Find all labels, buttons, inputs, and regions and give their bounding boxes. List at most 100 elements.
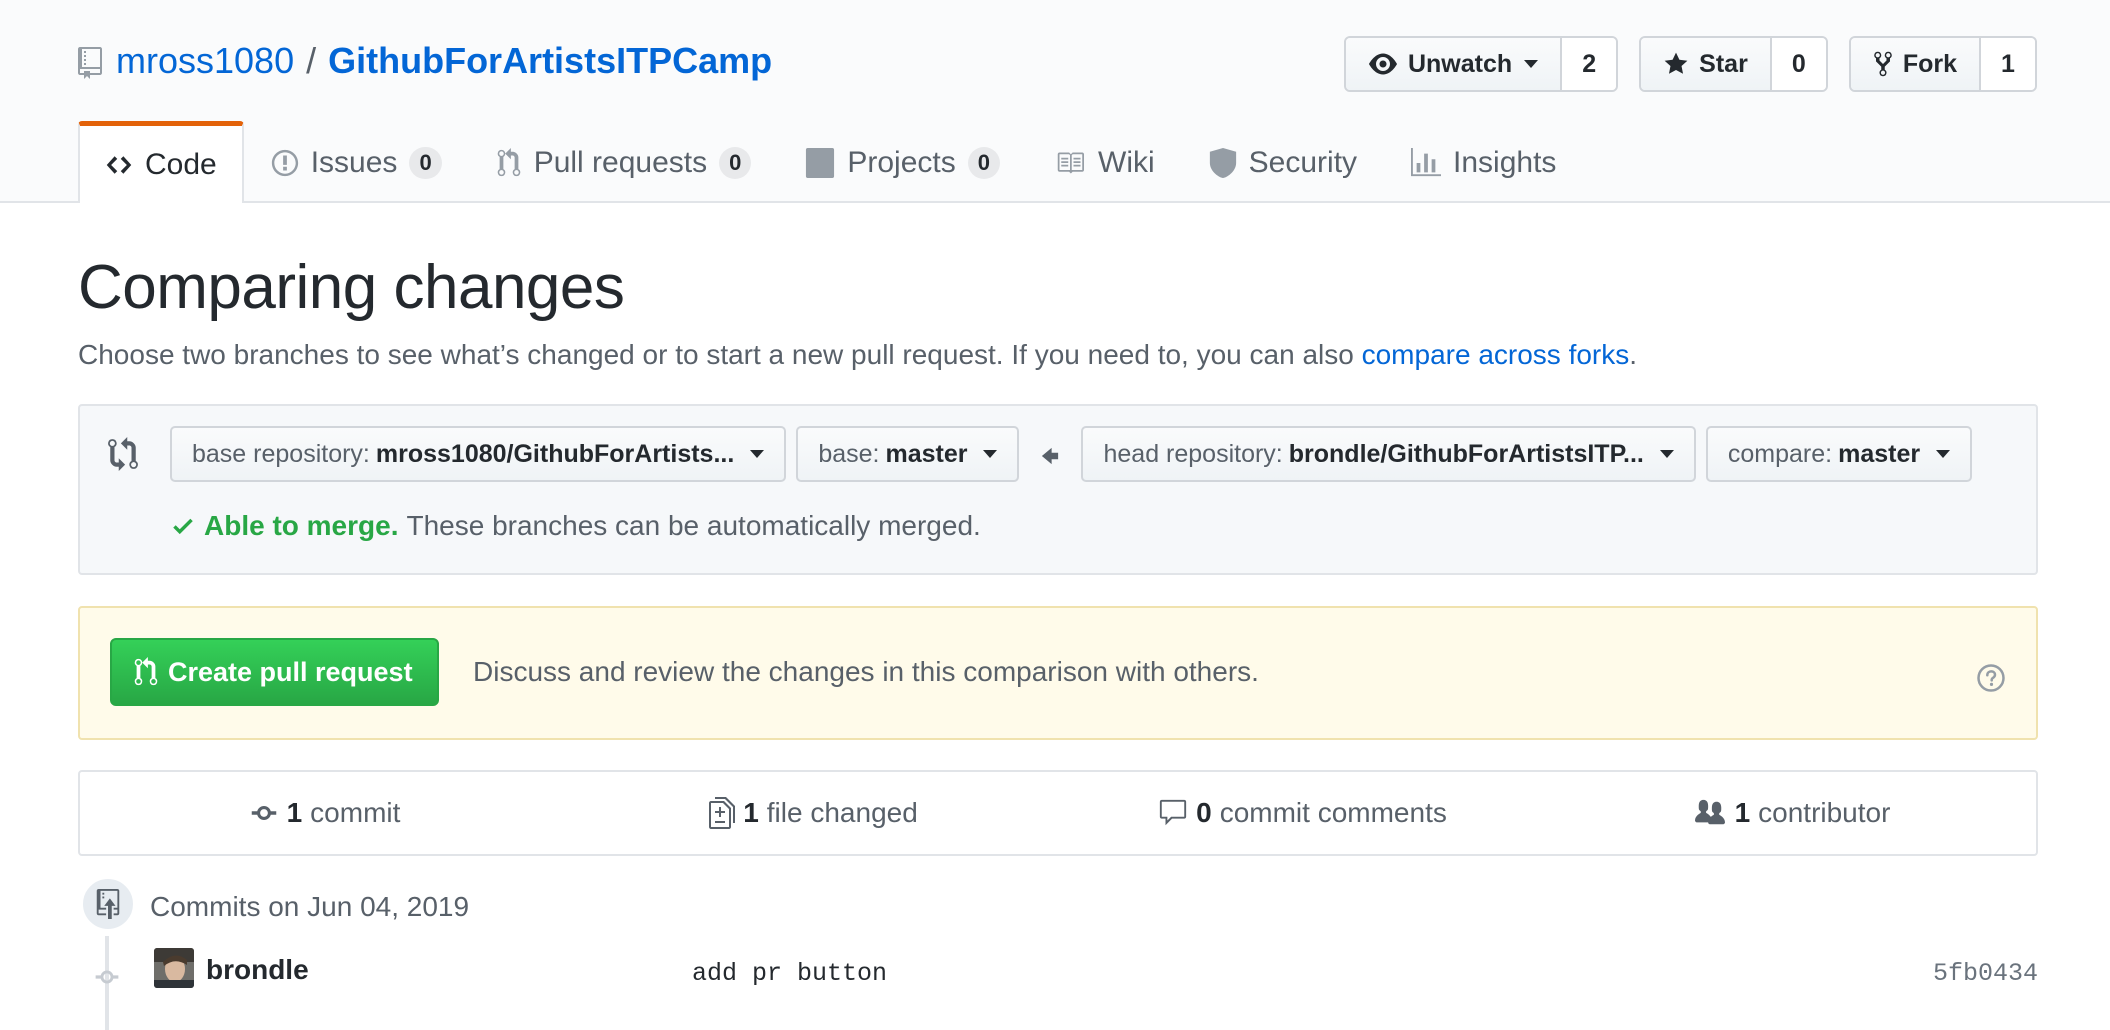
compare-branch-select[interactable]: compare: master (1705, 426, 1973, 482)
create-pull-request-label: Create pull request (168, 656, 413, 687)
tab-insights[interactable]: Insights (1384, 121, 1583, 203)
summary-commit-comments[interactable]: 0 commit comments (1058, 772, 1547, 854)
page-description-end: . (1629, 339, 1638, 370)
tab-security[interactable]: Security (1182, 121, 1384, 203)
head-repository-value: brondle/GithubForArtistsITP... (1288, 439, 1644, 468)
summary-files-changed[interactable]: 1 file changed (569, 772, 1058, 854)
compare-branch-value: master (1838, 439, 1921, 468)
base-repository-label: base repository: (192, 439, 370, 468)
chevron-down-icon (983, 450, 998, 458)
issue-opened-icon (271, 149, 298, 177)
projects-counter: 0 (967, 147, 1000, 179)
avatar[interactable] (154, 948, 194, 988)
compare-pr-description: Discuss and review the changes in this c… (473, 656, 1259, 687)
tab-pull-requests[interactable]: Pull requests 0 (469, 121, 779, 203)
create-pull-request-button[interactable]: Create pull request (110, 638, 439, 706)
base-branch-value: master (885, 439, 968, 468)
contributors-count: 1 (1734, 797, 1751, 828)
eye-icon (1368, 53, 1397, 75)
git-pull-request-icon (134, 657, 158, 686)
summary-contributors[interactable]: 1 contributor (1547, 772, 2036, 854)
summary-commits[interactable]: 1 commit (80, 772, 569, 854)
fork-button[interactable]: Fork (1850, 38, 1979, 90)
tab-code-label: Code (145, 147, 217, 181)
chevron-down-icon (750, 450, 765, 458)
tab-code[interactable]: Code (78, 121, 244, 203)
compare-across-forks-link[interactable]: compare across forks (1362, 339, 1630, 370)
forks-count[interactable]: 1 (1979, 38, 2035, 90)
commit-comments-label: commit comments (1219, 797, 1447, 828)
issues-counter: 0 (409, 147, 442, 179)
tab-security-label: Security (1248, 146, 1358, 179)
star-group: Star 0 (1639, 36, 1828, 92)
repo-forked-icon (1874, 51, 1892, 77)
question-icon[interactable] (1976, 660, 2006, 693)
base-branch-label: base: (818, 439, 880, 468)
merge-status: Able to merge. These branches can be aut… (170, 510, 981, 542)
base-repository-select[interactable]: base repository: mross1080/GithubForArti… (170, 426, 787, 482)
commit-message[interactable]: add pr button (692, 959, 887, 988)
repo-actions: Unwatch 2 Star 0 Fork 1 (1343, 36, 2037, 92)
contributors-label: contributor (1758, 797, 1891, 828)
repo-owner-link[interactable]: mross1080 (116, 40, 294, 82)
commit-author[interactable]: brondle (206, 954, 309, 986)
unwatch-button[interactable]: Unwatch (1345, 38, 1561, 90)
git-commit-icon (251, 806, 276, 820)
repo-title: mross1080 / GithubForArtistsITPCamp (78, 40, 772, 82)
tab-projects-label: Projects (847, 146, 956, 179)
overall-summary: 1 commit 1 file changed 0 commit comment… (78, 770, 2038, 856)
tab-issues-label: Issues (310, 146, 398, 179)
star-button[interactable]: Star (1641, 38, 1770, 90)
compare-branch-label: compare: (1727, 439, 1833, 468)
page-title: Comparing changes (78, 253, 625, 322)
stargazers-count[interactable]: 0 (1769, 38, 1826, 90)
base-branch-select[interactable]: base: master (796, 426, 1020, 482)
chevron-down-icon (1936, 450, 1951, 458)
comment-icon (1160, 799, 1187, 826)
code-icon (106, 155, 132, 174)
tab-issues[interactable]: Issues 0 (244, 121, 469, 203)
fork-label: Fork (1902, 49, 1957, 78)
commit-comments-count: 0 (1196, 797, 1212, 828)
tab-projects[interactable]: Projects 0 (778, 121, 1027, 203)
watchers-count[interactable]: 2 (1560, 38, 1617, 90)
graph-icon (1411, 148, 1442, 177)
book-icon (1057, 152, 1084, 174)
base-repository-value: mross1080/GithubForArtists... (375, 439, 735, 468)
chevron-down-icon (1659, 450, 1674, 458)
shield-icon (1209, 148, 1236, 178)
star-icon (1664, 52, 1688, 74)
git-commit-icon (93, 959, 121, 991)
head-repository-select[interactable]: head repository: brondle/GithubForArtist… (1081, 426, 1696, 482)
fork-group: Fork 1 (1848, 36, 2037, 92)
files-changed-label: file changed (766, 797, 918, 828)
watch-group: Unwatch 2 (1343, 36, 1619, 92)
unwatch-label: Unwatch (1407, 49, 1513, 78)
files-changed-count: 1 (743, 797, 759, 828)
tab-insights-label: Insights (1453, 146, 1557, 179)
repo-tabs: Code Issues 0 Pull requests 0 Projects 0… (78, 121, 1583, 203)
commits-count: 1 (286, 797, 303, 828)
project-icon (806, 148, 835, 178)
repo-header: mross1080 / GithubForArtistsITPCamp Unwa… (0, 0, 2110, 203)
page-description-text: Choose two branches to see what’s change… (78, 339, 1362, 370)
merge-status-text: These branches can be automatically merg… (406, 510, 981, 541)
git-pull-request-icon (497, 148, 520, 177)
repo-name-link[interactable]: GithubForArtistsITPCamp (328, 40, 772, 82)
pull-requests-counter: 0 (719, 147, 752, 179)
merge-ok-label: Able to merge. (204, 510, 399, 541)
head-repository-label: head repository: (1103, 439, 1283, 468)
compare-pr-box: Create pull request Discuss and review t… (78, 606, 2038, 740)
star-label: Star (1699, 49, 1748, 78)
check-icon (173, 518, 193, 535)
git-compare-icon (108, 436, 138, 471)
commit-sha[interactable]: 5fb0434 (1933, 959, 2038, 988)
tab-wiki-label: Wiki (1098, 146, 1155, 179)
commit-group-title: Commits on Jun 04, 2019 (150, 891, 470, 922)
tab-wiki[interactable]: Wiki (1027, 121, 1182, 203)
branch-selectors: base repository: mross1080/GithubForArti… (170, 426, 1973, 482)
file-diff-icon (709, 797, 736, 829)
repo-book-icon (78, 40, 102, 82)
repo-separator: / (306, 40, 317, 81)
page-description: Choose two branches to see what’s change… (78, 339, 1637, 371)
